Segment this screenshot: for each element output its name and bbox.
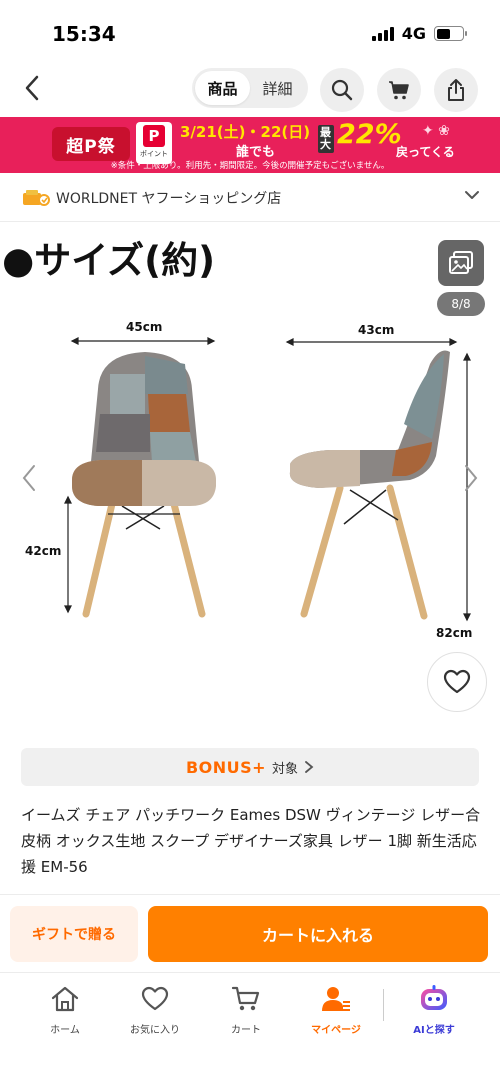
- battery-icon: [434, 26, 467, 41]
- tab-label: ホーム: [50, 1025, 80, 1036]
- divider: [0, 894, 500, 895]
- product-title: イームズ チェア パッチワーク Eames DSW ヴィンテージ レザー合皮柄 …: [21, 806, 481, 876]
- side-width-label: 43cm: [358, 323, 395, 337]
- status-time: 15:34: [52, 22, 116, 46]
- banner-percent: 22%: [337, 119, 402, 150]
- search-icon: [331, 79, 353, 101]
- chevron-left-icon: [25, 75, 39, 101]
- image-prev-button[interactable]: [14, 458, 44, 498]
- cart-icon: [389, 81, 409, 100]
- seat-height-label: 42cm: [25, 544, 62, 558]
- tab-label: お気に入り: [130, 1025, 180, 1036]
- tab-cart[interactable]: カート: [206, 983, 286, 1036]
- chair-dimension-illustration: [64, 337, 471, 622]
- user-icon: [320, 983, 352, 1015]
- side-chair: [289, 350, 450, 620]
- search-button[interactable]: [320, 68, 364, 112]
- point-mark: P: [143, 125, 165, 147]
- image-next-button[interactable]: [456, 458, 486, 498]
- front-width-arrow: [70, 337, 216, 345]
- tab-mypage[interactable]: マイページ: [296, 983, 376, 1036]
- side-width-arrow: [285, 338, 458, 346]
- front-height-arrow: [64, 495, 72, 614]
- cart-icon: [230, 983, 262, 1015]
- banner-back-text: 戻ってくる: [396, 145, 455, 159]
- tab-label: マイページ: [311, 1025, 361, 1036]
- tab-separator: [383, 989, 384, 1021]
- bottom-tab-bar: ホーム お気に入り カート マイページ AIと探す: [0, 973, 500, 1080]
- status-bar: 15:34 4G: [0, 0, 500, 60]
- chevron-right-icon: [465, 465, 478, 491]
- banner-note: ※条件・上限あり。利用先・期間限定。今後の開催予定もございません。: [110, 161, 390, 171]
- banner-dates: 3/21(土)・22(日): [180, 123, 311, 141]
- event-badge: 超P祭: [52, 127, 130, 161]
- tab-home[interactable]: ホーム: [25, 983, 105, 1036]
- share-icon: [448, 79, 464, 101]
- tab-ai-search[interactable]: AIと探す: [394, 983, 474, 1036]
- heart-icon: [443, 669, 471, 694]
- heart-outline-icon: [139, 983, 171, 1015]
- store-name: WORLDNET ヤフーショッピング店: [56, 190, 282, 207]
- product-detail-switcher: 商品 詳細: [192, 68, 308, 108]
- paypay-point-badge: P ポイント: [136, 122, 172, 164]
- size-heading: ●サイズ(約): [2, 239, 215, 282]
- front-chair: [72, 352, 216, 618]
- gallery-icon: [449, 251, 473, 274]
- banner-anyone: 誰でも: [236, 145, 276, 160]
- store-row[interactable]: WORLDNET ヤフーショッピング店: [0, 174, 500, 222]
- tab-label: カート: [231, 1025, 261, 1036]
- cart-button[interactable]: [377, 68, 421, 112]
- favorite-button[interactable]: [427, 652, 487, 712]
- tab-product[interactable]: 商品: [195, 71, 250, 105]
- store-badge-icon: [22, 189, 50, 207]
- tab-detail[interactable]: 詳細: [250, 71, 305, 105]
- chevron-right-icon: [305, 761, 314, 773]
- bonus-logo: BONUS+: [185, 757, 267, 777]
- bonus-target-label: 対象: [272, 761, 299, 777]
- tab-label: AIと探す: [413, 1025, 455, 1036]
- image-page-counter: 8/8: [437, 292, 485, 316]
- sparkle-icon: ✦ ❀: [422, 123, 450, 139]
- banner-max-label: 最大: [318, 125, 334, 153]
- ai-robot-icon: [418, 983, 450, 1015]
- gallery-button[interactable]: [438, 240, 484, 286]
- cellular-signal-icon: [371, 26, 394, 41]
- point-label: ポイント: [140, 150, 168, 158]
- status-indicators: 4G: [371, 24, 467, 43]
- front-width-label: 45cm: [126, 320, 163, 334]
- network-type: 4G: [401, 24, 426, 43]
- gift-button[interactable]: ギフトで贈る: [10, 906, 138, 962]
- home-icon: [49, 983, 81, 1015]
- chevron-down-icon: [465, 191, 479, 199]
- top-nav: 商品 詳細: [0, 62, 500, 116]
- total-height-label: 82cm: [436, 626, 473, 640]
- back-button[interactable]: [14, 70, 50, 106]
- tab-favorites[interactable]: お気に入り: [115, 983, 195, 1036]
- product-image[interactable]: ●サイズ(約) 45cm 43cm 42cm 82cm 8/8: [0, 224, 500, 734]
- campaign-banner[interactable]: 超P祭 P ポイント 3/21(土)・22(日) 誰でも 最大 22% 戻ってく…: [0, 117, 500, 173]
- add-to-cart-button[interactable]: カートに入れる: [148, 906, 488, 962]
- bonus-plus-bar[interactable]: BONUS+ 対象: [21, 748, 479, 786]
- share-button[interactable]: [434, 68, 478, 112]
- chevron-left-icon: [22, 465, 35, 491]
